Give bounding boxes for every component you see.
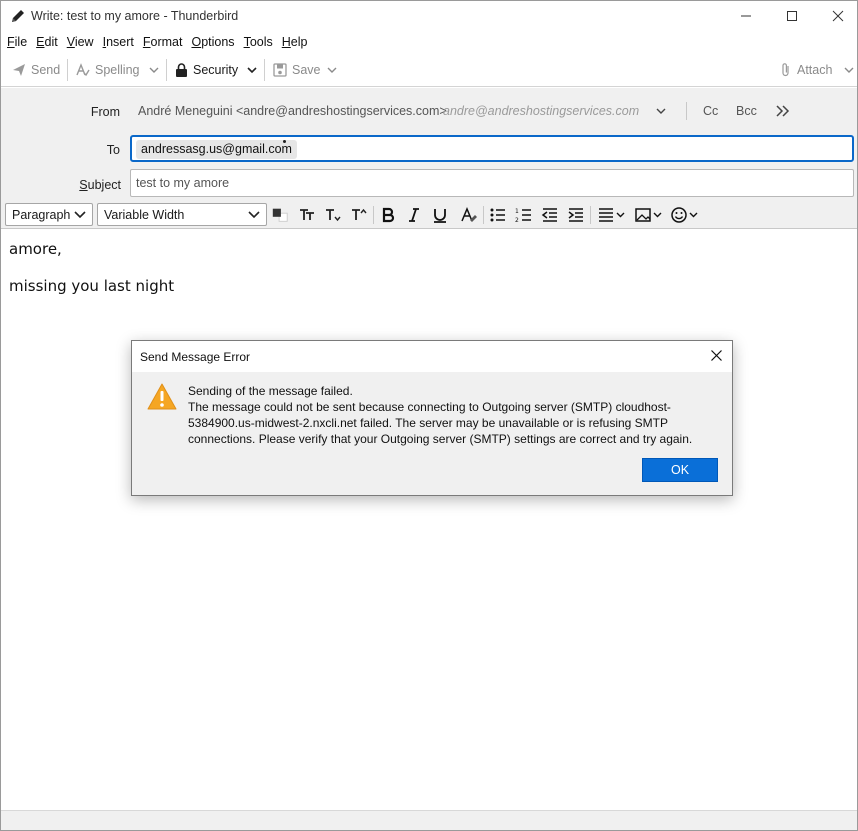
lock-icon — [176, 63, 187, 77]
send-error-dialog: Send Message Error Sending of the messag… — [131, 340, 733, 496]
text-cursor — [283, 140, 286, 143]
increase-size-icon[interactable] — [350, 206, 368, 224]
paperclip-icon — [782, 63, 789, 77]
text-style-icon[interactable] — [460, 206, 478, 224]
ok-button[interactable]: OK — [642, 458, 718, 482]
more-headers-icon[interactable] — [775, 105, 791, 117]
spellcheck-icon — [76, 63, 90, 77]
chevron-down-icon — [74, 211, 86, 219]
maximize-button[interactable] — [769, 1, 815, 31]
toolbar-separator — [264, 59, 265, 81]
to-field[interactable]: andressasg.us@gmail.com — [130, 135, 854, 162]
send-button[interactable]: Send — [12, 60, 60, 80]
message-body-editor[interactable]: amore, missing you last night — [1, 230, 857, 810]
menu-options[interactable]: Options — [191, 32, 234, 52]
subject-input[interactable]: test to my amore — [130, 169, 854, 197]
svg-text:1: 1 — [515, 208, 519, 215]
title-bar: Write: test to my amore - Thunderbird — [1, 1, 857, 32]
dialog-title-bar: Send Message Error — [132, 341, 732, 372]
dialog-message: Sending of the message failed. The messa… — [188, 383, 708, 447]
window-title: Write: test to my amore - Thunderbird — [31, 9, 239, 23]
minimize-button[interactable] — [723, 1, 769, 31]
dialog-message-heading: Sending of the message failed. — [188, 384, 353, 398]
format-separator — [373, 206, 374, 224]
warning-icon — [147, 383, 177, 410]
subject-label: Subject — [79, 178, 121, 192]
emoji-icon[interactable] — [670, 206, 700, 224]
smaller-text-icon[interactable] — [298, 206, 316, 224]
decrease-size-icon[interactable] — [324, 206, 342, 224]
dialog-title: Send Message Error — [140, 350, 251, 364]
bcc-button[interactable]: Bcc — [736, 104, 757, 118]
format-toolbar: Paragraph Variable Width 1 2 — [1, 201, 857, 229]
body-line: missing you last night — [9, 277, 175, 295]
status-bar — [1, 810, 857, 830]
paragraph-format-select[interactable]: Paragraph — [5, 203, 93, 226]
from-label: From — [90, 105, 120, 119]
menu-format[interactable]: Format — [143, 32, 183, 52]
text-color-icon[interactable] — [271, 206, 289, 224]
menu-bar: File Edit View Insert Format Options Too… — [1, 32, 857, 52]
dialog-message-body: The message could not be sent because co… — [188, 400, 693, 446]
insert-image-icon[interactable] — [634, 206, 664, 224]
body-line: amore, — [9, 240, 62, 258]
menu-edit[interactable]: Edit — [36, 32, 58, 52]
numbered-list-icon[interactable]: 12 — [515, 206, 533, 224]
spelling-button[interactable]: Spelling — [76, 60, 139, 80]
compose-toolbar: Send Spelling Security Save Attach — [1, 54, 857, 87]
to-label: To — [106, 143, 120, 157]
from-identity[interactable]: André Meneguini <andre@andreshostingserv… — [138, 104, 447, 118]
menu-insert[interactable]: Insert — [103, 32, 134, 52]
toolbar-separator — [67, 59, 68, 81]
format-separator — [483, 206, 484, 224]
security-dropdown-icon[interactable] — [246, 62, 258, 78]
underline-icon[interactable] — [431, 206, 449, 224]
attach-dropdown-icon[interactable] — [843, 62, 855, 78]
save-button[interactable]: Save — [273, 60, 321, 80]
close-window-button[interactable] — [815, 1, 857, 31]
outdent-icon[interactable] — [541, 206, 559, 224]
cc-button[interactable]: Cc — [703, 104, 718, 118]
attach-button[interactable]: Attach — [780, 60, 832, 80]
send-icon — [13, 64, 25, 76]
security-button[interactable]: Security — [175, 60, 238, 80]
from-dropdown-icon[interactable] — [655, 107, 667, 117]
font-family-select[interactable]: Variable Width — [97, 203, 267, 226]
message-header: From André Meneguini <andre@andreshostin… — [1, 88, 857, 201]
save-icon — [273, 63, 287, 77]
chevron-down-icon — [248, 211, 260, 219]
italic-icon[interactable] — [405, 206, 423, 224]
format-separator — [590, 206, 591, 224]
recipient-pill[interactable]: andressasg.us@gmail.com — [136, 140, 297, 159]
from-address-hint[interactable]: andre@andreshostingservices.com — [443, 104, 639, 118]
save-dropdown-icon[interactable] — [326, 62, 338, 78]
close-icon[interactable] — [710, 349, 723, 362]
menu-view[interactable]: View — [67, 32, 94, 52]
bold-icon[interactable] — [379, 206, 397, 224]
bulleted-list-icon[interactable] — [489, 206, 507, 224]
menu-tools[interactable]: Tools — [244, 32, 273, 52]
header-separator — [686, 102, 687, 120]
spelling-dropdown-icon[interactable] — [148, 62, 160, 78]
alignment-icon[interactable] — [597, 206, 627, 224]
toolbar-separator — [166, 59, 167, 81]
subject-accel: S — [79, 178, 88, 192]
svg-text:2: 2 — [515, 217, 519, 224]
menu-file[interactable]: File — [7, 32, 27, 52]
menu-help[interactable]: Help — [282, 32, 308, 52]
indent-icon[interactable] — [567, 206, 585, 224]
compose-window: Write: test to my amore - Thunderbird Fi… — [0, 0, 858, 831]
pencil-icon — [10, 8, 26, 24]
